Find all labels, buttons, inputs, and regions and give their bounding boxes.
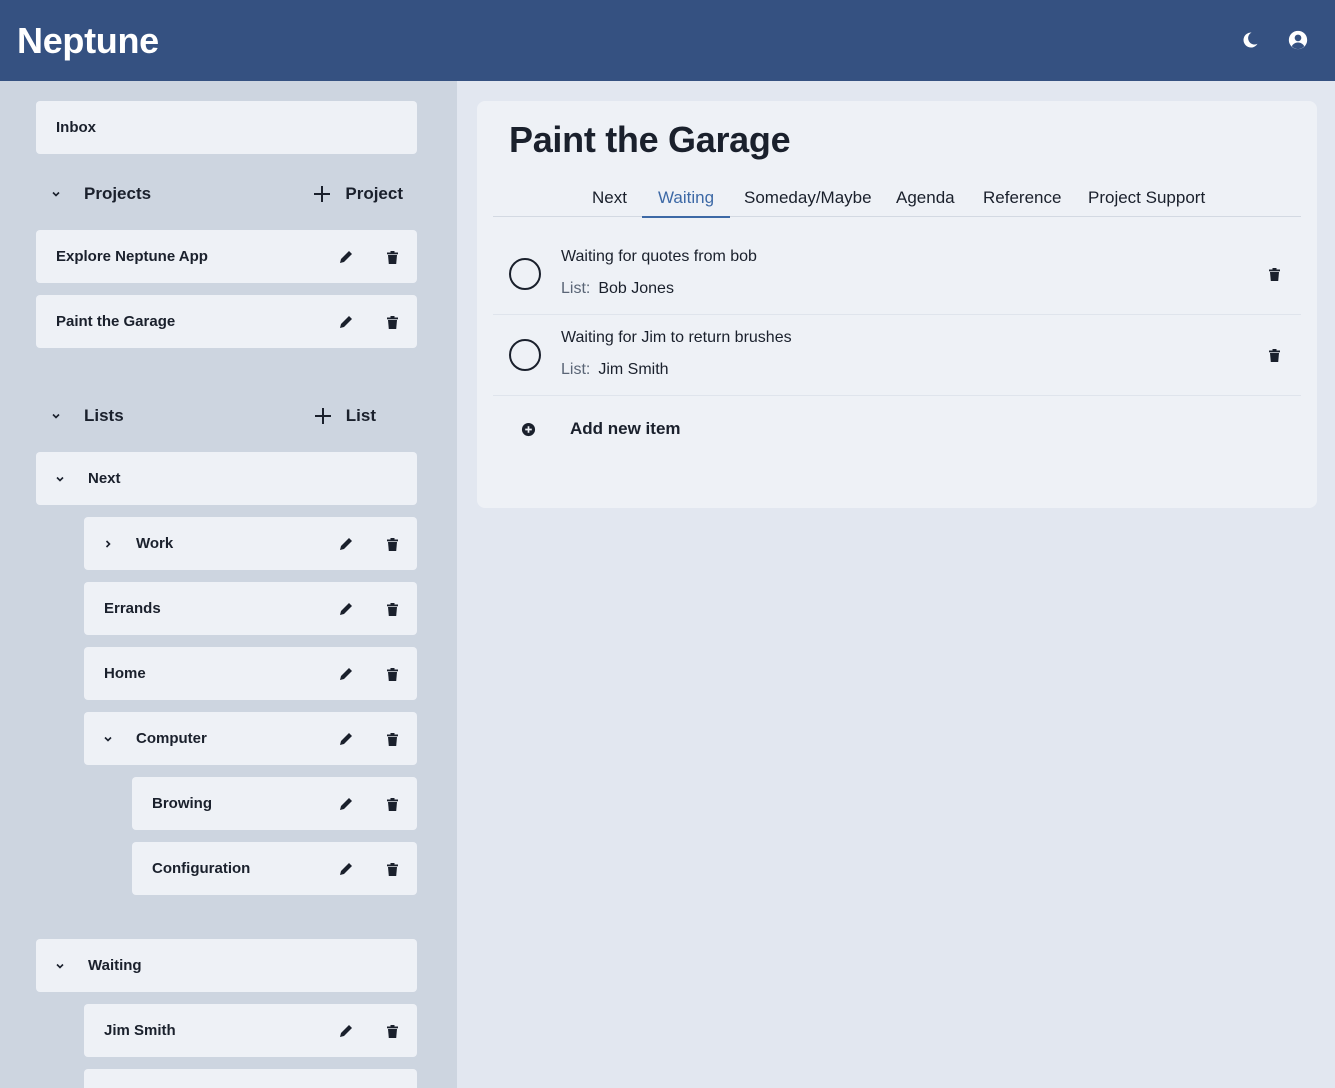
plus-icon	[314, 186, 331, 202]
sidebar-item-label: Home	[104, 665, 146, 682]
sidebar-item-project[interactable]: Explore Neptune App	[36, 230, 417, 283]
add-project-label: Project	[345, 184, 403, 203]
tab-someday-maybe[interactable]: Someday/Maybe	[728, 179, 888, 217]
item-list-meta: List: Jim Smith	[561, 361, 669, 379]
tab-waiting[interactable]: Waiting	[642, 179, 731, 218]
project-panel: Paint the Garage Next Waiting Someday/Ma…	[477, 101, 1317, 508]
trash-icon[interactable]	[385, 313, 399, 331]
trash-icon[interactable]	[385, 535, 399, 553]
chevron-down-icon[interactable]	[102, 733, 114, 745]
tab-agenda[interactable]: Agenda	[880, 179, 971, 217]
tab-bar: Next Waiting Someday/Maybe Agenda Refere…	[493, 179, 1301, 218]
plus-icon	[314, 408, 331, 424]
pencil-icon[interactable]	[337, 600, 355, 618]
sidebar-item-label: Jim Smith	[104, 1022, 176, 1039]
sidebar: Inbox Projects Project Explore Neptune A…	[0, 81, 457, 1088]
sidebar-list-home[interactable]: Home	[84, 647, 417, 700]
trash-icon[interactable]	[385, 795, 399, 813]
trash-icon[interactable]	[1267, 346, 1281, 364]
trash-icon[interactable]	[385, 730, 399, 748]
list-item: Waiting for quotes from bob List: Bob Jon…	[493, 234, 1301, 315]
lists-section-header: Lists List	[36, 396, 417, 436]
sidebar-list-work[interactable]: Work	[84, 517, 417, 570]
item-list-meta: List: Bob Jones	[561, 280, 674, 298]
pencil-icon[interactable]	[337, 1022, 355, 1040]
trash-icon[interactable]	[385, 860, 399, 878]
lists-section-title: Lists	[84, 406, 124, 425]
list-key-label: List:	[561, 361, 591, 378]
sidebar-list-jim-smith[interactable]: Jim Smith	[84, 1004, 417, 1057]
user-circle-icon[interactable]	[1286, 28, 1310, 52]
sidebar-item-label: Errands	[104, 600, 161, 617]
tab-project-support[interactable]: Project Support	[1072, 179, 1221, 217]
tab-reference[interactable]: Reference	[967, 179, 1077, 217]
sidebar-item-label: Inbox	[56, 119, 96, 136]
pencil-icon[interactable]	[337, 313, 355, 331]
add-list-label: List	[345, 406, 376, 425]
pencil-icon[interactable]	[337, 730, 355, 748]
item-text[interactable]: Waiting for quotes from bob	[561, 248, 757, 266]
page-title: Paint the Garage	[509, 119, 791, 160]
sidebar-item-label: Next	[88, 470, 121, 487]
add-new-item-button[interactable]: Add new item	[521, 419, 681, 439]
add-new-item-label: Add new item	[570, 419, 681, 438]
sidebar-list-errands[interactable]: Errands	[84, 582, 417, 635]
sidebar-item-label: Explore Neptune App	[56, 248, 208, 265]
sidebar-list-browing[interactable]: Browing	[132, 777, 417, 830]
sidebar-list-item-partial[interactable]	[84, 1069, 417, 1088]
sidebar-list-next[interactable]: Next	[36, 452, 417, 505]
sidebar-item-label: Configuration	[152, 860, 251, 877]
sidebar-item-label: Work	[136, 535, 174, 552]
projects-section-title: Projects	[84, 184, 152, 203]
app-header: Neptune	[0, 0, 1335, 81]
sidebar-list-waiting[interactable]: Waiting	[36, 939, 417, 992]
sidebar-list-computer[interactable]: Computer	[84, 712, 417, 765]
pencil-icon[interactable]	[337, 248, 355, 266]
pencil-icon[interactable]	[337, 795, 355, 813]
sidebar-item-inbox[interactable]: Inbox	[36, 101, 417, 154]
projects-section-header: Projects Project	[36, 174, 417, 214]
sidebar-item-label: Waiting	[88, 957, 142, 974]
chevron-down-icon[interactable]	[50, 188, 62, 200]
trash-icon[interactable]	[385, 1022, 399, 1040]
sidebar-list-configuration[interactable]: Configuration	[132, 842, 417, 895]
sidebar-item-label: Browing	[152, 795, 212, 812]
app-logo[interactable]: Neptune	[17, 20, 159, 62]
list-key-label: List:	[561, 280, 591, 297]
item-list-value: Jim Smith	[598, 361, 669, 378]
sidebar-item-project[interactable]: Paint the Garage	[36, 295, 417, 348]
item-text[interactable]: Waiting for Jim to return brushes	[561, 329, 792, 347]
moon-icon[interactable]	[1238, 28, 1262, 52]
chevron-down-icon[interactable]	[54, 960, 66, 972]
sidebar-item-label: Paint the Garage	[56, 313, 176, 330]
trash-icon[interactable]	[1267, 265, 1281, 283]
sidebar-item-label: Computer	[136, 730, 207, 747]
trash-icon[interactable]	[385, 600, 399, 618]
add-list-button[interactable]: List	[314, 406, 376, 426]
chevron-down-icon[interactable]	[54, 473, 66, 485]
trash-icon[interactable]	[385, 665, 399, 683]
complete-checkbox[interactable]	[509, 339, 541, 371]
pencil-icon[interactable]	[337, 535, 355, 553]
add-project-button[interactable]: Project	[313, 184, 403, 204]
tab-next[interactable]: Next	[576, 179, 643, 217]
pencil-icon[interactable]	[337, 665, 355, 683]
pencil-icon[interactable]	[337, 860, 355, 878]
complete-checkbox[interactable]	[509, 258, 541, 290]
chevron-right-icon[interactable]	[102, 538, 114, 550]
item-list-value: Bob Jones	[598, 280, 674, 297]
plus-circle-icon	[521, 422, 536, 436]
trash-icon[interactable]	[385, 248, 399, 266]
chevron-down-icon[interactable]	[50, 410, 62, 422]
list-item: Waiting for Jim to return brushes List: J…	[493, 315, 1301, 396]
